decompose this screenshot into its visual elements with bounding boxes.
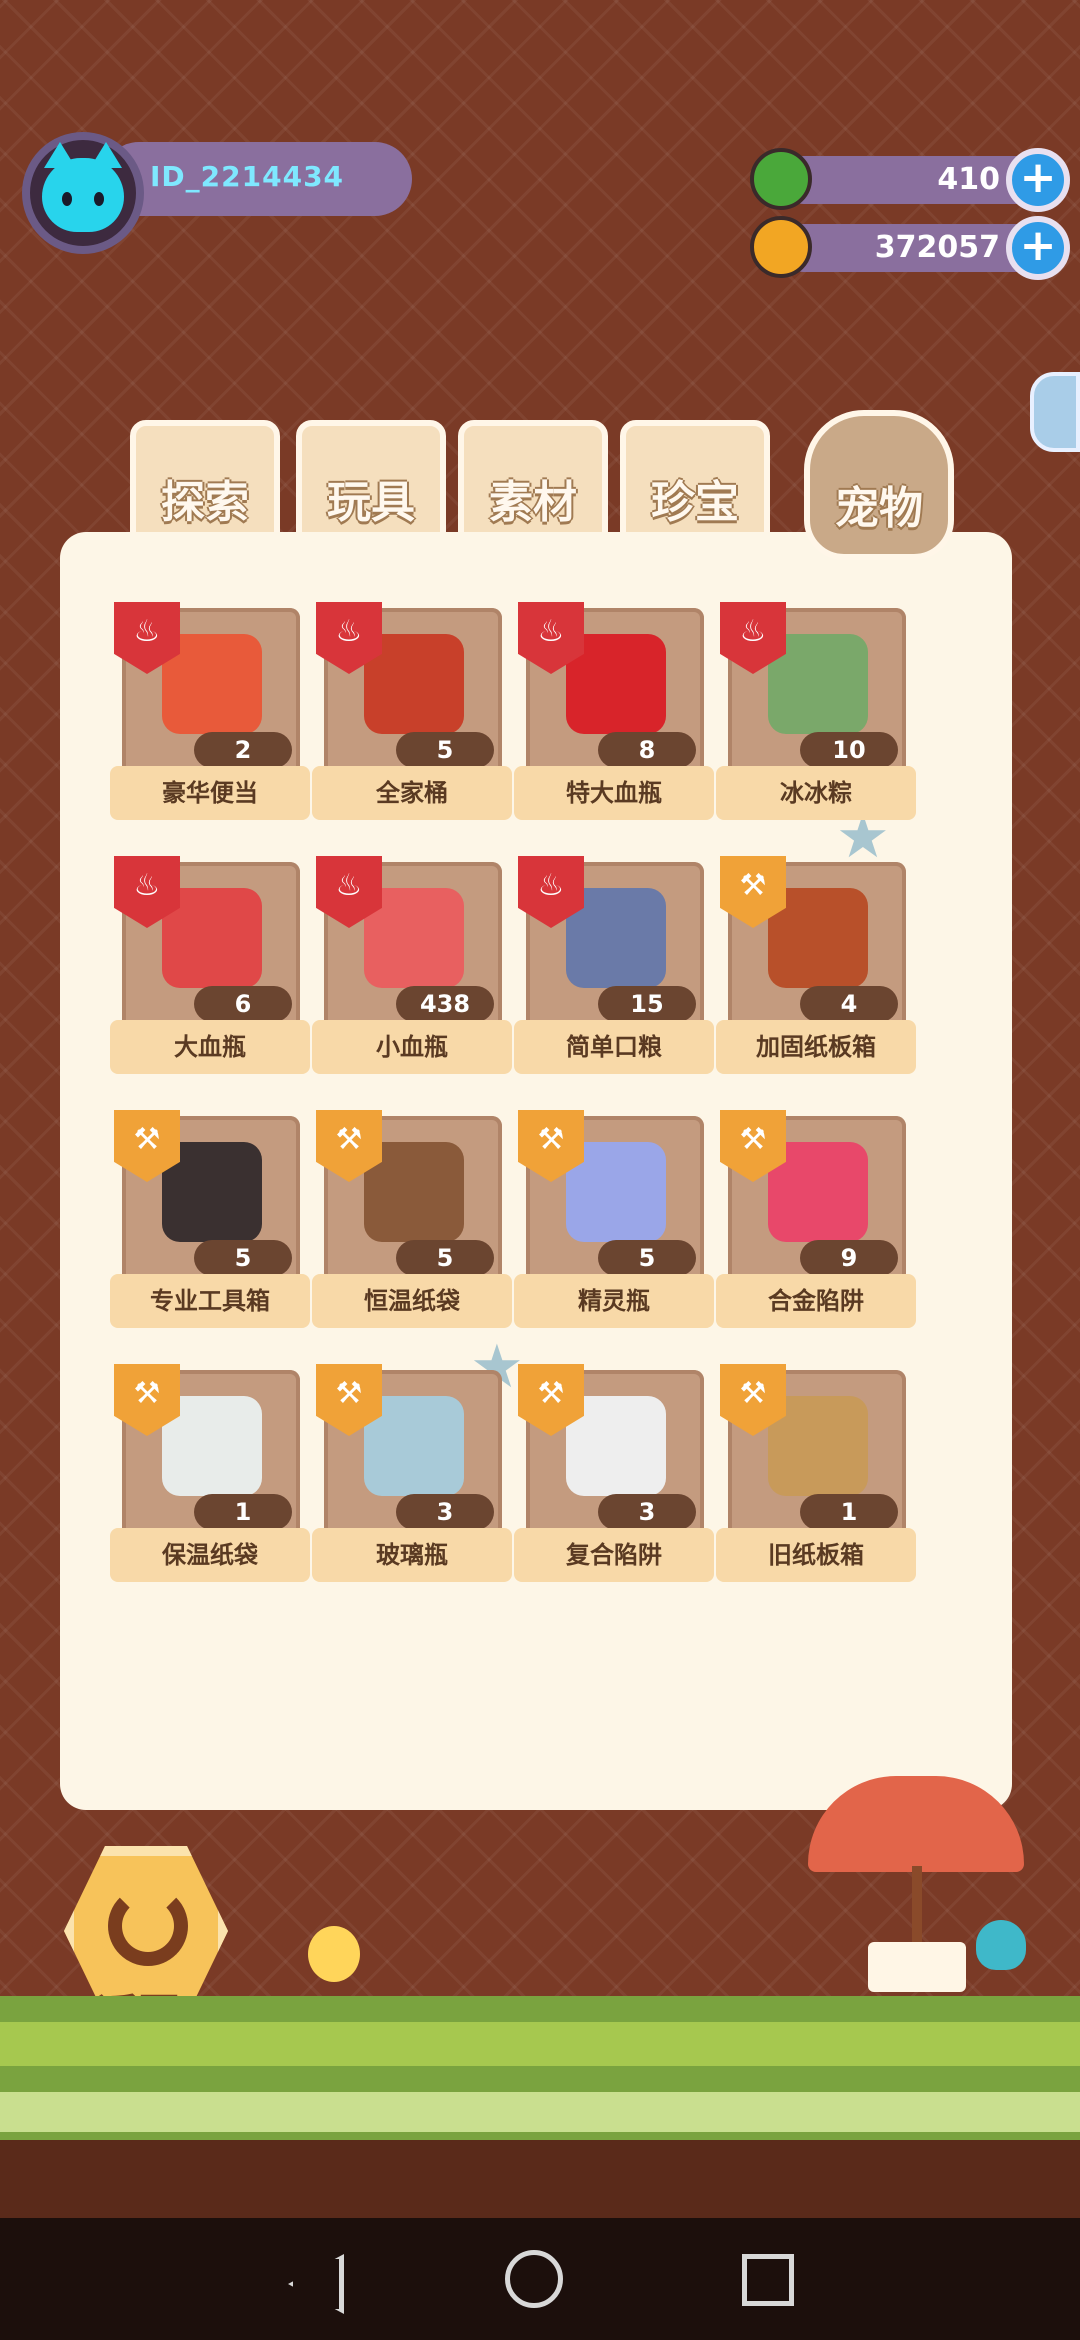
tab-treasures[interactable]: 珍宝 (620, 420, 770, 544)
tab-materials-label: 素材 (489, 477, 577, 528)
nav-recents-icon[interactable] (742, 2254, 794, 2306)
tab-pets-label: 宠物 (835, 483, 923, 534)
coin-count: 372057 (874, 230, 1000, 265)
item-count: 15 (598, 986, 696, 1022)
inventory-panel: ★ ★ ♨ 2 豪华便当 ♨ 5 全家桶 ♨ 8 特大血瓶 ♨ 10 冰冰粽 ♨ 6 大血瓶 ♨ 438 小血瓶 ♨… (60, 532, 1012, 1810)
item-count: 9 (800, 1240, 898, 1276)
tab-toys-label: 玩具 (327, 477, 415, 528)
inventory-item[interactable]: ⚒ 5 精灵瓶 (514, 1110, 714, 1330)
item-count: 5 (396, 732, 494, 768)
return-arrow-icon (108, 1886, 188, 1966)
item-count: 1 (800, 1494, 898, 1530)
system-nav-bar (0, 2218, 1080, 2340)
item-count: 8 (598, 732, 696, 768)
inventory-item[interactable]: ♨ 10 冰冰粽 (716, 602, 916, 822)
item-name: 冰冰粽 (716, 766, 916, 820)
inventory-item[interactable]: ⚒ 1 保温纸袋 (110, 1364, 310, 1584)
gold-planet-coin-icon (750, 216, 812, 278)
item-name: 豪华便当 (110, 766, 310, 820)
item-name: 合金陷阱 (716, 1274, 916, 1328)
coin-currency: 372057 + (750, 216, 1070, 280)
item-count: 5 (194, 1240, 292, 1276)
inventory-item[interactable]: ♨ 8 特大血瓶 (514, 602, 714, 822)
nav-back-icon[interactable] (274, 2244, 344, 2314)
inventory-item[interactable]: ♨ 438 小血瓶 (312, 856, 512, 1076)
item-name: 特大血瓶 (514, 766, 714, 820)
item-name: 玻璃瓶 (312, 1528, 512, 1582)
item-name: 简单口粮 (514, 1020, 714, 1074)
nav-home-icon[interactable] (505, 2250, 563, 2308)
item-name: 小血瓶 (312, 1020, 512, 1074)
inventory-item[interactable]: ♨ 2 豪华便当 (110, 602, 310, 822)
cat-face-icon (42, 142, 124, 232)
inventory-item[interactable]: ⚒ 3 复合陷阱 (514, 1364, 714, 1584)
avatar[interactable] (22, 132, 144, 254)
chick-icon (308, 1926, 360, 1982)
item-name: 专业工具箱 (110, 1274, 310, 1328)
item-name: 旧纸板箱 (716, 1528, 916, 1582)
player-profile[interactable]: ID_2214434 (22, 132, 412, 262)
sleeping-pet-icon (976, 1920, 1026, 1970)
item-name: 加固纸板箱 (716, 1020, 916, 1074)
green-gem-icon (750, 148, 812, 210)
cafe-table-icon (868, 1942, 966, 1992)
tab-pets[interactable]: 宠物 (804, 410, 954, 560)
player-id: ID_2214434 (150, 160, 345, 193)
gem-count: 410 (937, 162, 1000, 197)
inventory-item[interactable]: ♨ 6 大血瓶 (110, 856, 310, 1076)
item-count: 10 (800, 732, 898, 768)
tab-explore[interactable]: 探索 (130, 420, 280, 544)
item-count: 4 (800, 986, 898, 1022)
add-coin-button[interactable]: + (1006, 216, 1070, 280)
item-count: 438 (396, 986, 494, 1022)
dirt-layer (0, 2140, 1080, 2220)
inventory-item[interactable]: ⚒ 9 合金陷阱 (716, 1110, 916, 1330)
item-count: 6 (194, 986, 292, 1022)
inventory-item[interactable]: ⚒ 3 玻璃瓶 (312, 1364, 512, 1584)
inventory-item[interactable]: ⚒ 4 加固纸板箱 (716, 856, 916, 1076)
item-count: 3 (598, 1494, 696, 1530)
item-count: 1 (194, 1494, 292, 1530)
tab-toys[interactable]: 玩具 (296, 420, 446, 544)
item-name: 复合陷阱 (514, 1528, 714, 1582)
item-count: 3 (396, 1494, 494, 1530)
item-count: 5 (396, 1240, 494, 1276)
tab-explore-label: 探索 (161, 477, 249, 528)
item-name: 大血瓶 (110, 1020, 310, 1074)
item-name: 恒温纸袋 (312, 1274, 512, 1328)
item-name: 保温纸袋 (110, 1528, 310, 1582)
tab-materials[interactable]: 素材 (458, 420, 608, 544)
tab-treasures-label: 珍宝 (651, 477, 739, 528)
item-name: 精灵瓶 (514, 1274, 714, 1328)
side-menu-tab[interactable] (1030, 372, 1080, 452)
inventory-item[interactable]: ⚒ 5 专业工具箱 (110, 1110, 310, 1330)
inventory-item[interactable]: ⚒ 5 恒温纸袋 (312, 1110, 512, 1330)
inventory-item[interactable]: ⚒ 1 旧纸板箱 (716, 1364, 916, 1584)
item-count: 2 (194, 732, 292, 768)
inventory-item[interactable]: ♨ 15 简单口粮 (514, 856, 714, 1076)
add-gem-button[interactable]: + (1006, 148, 1070, 212)
gem-bar (780, 156, 1042, 204)
item-count: 5 (598, 1240, 696, 1276)
gem-currency: 410 + (750, 148, 1070, 212)
item-name: 全家桶 (312, 766, 512, 820)
inventory-item[interactable]: ♨ 5 全家桶 (312, 602, 512, 822)
